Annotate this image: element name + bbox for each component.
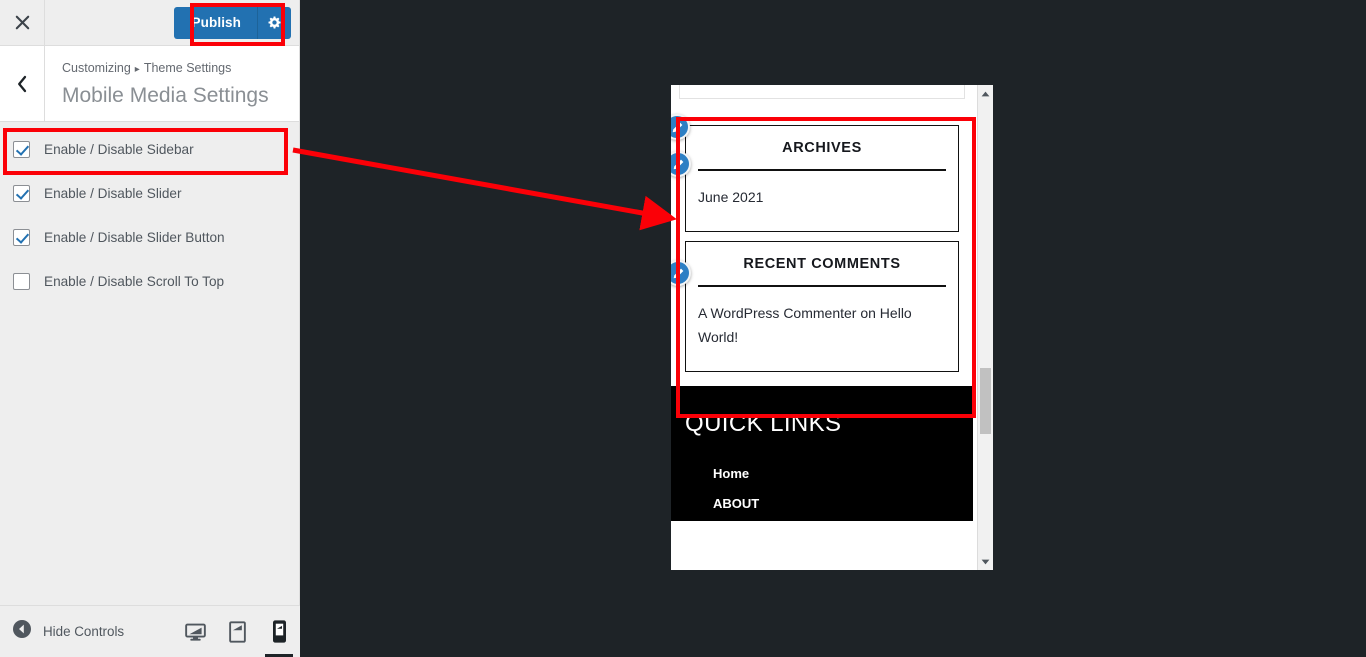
- site-footer-title: QUICK LINKS: [685, 410, 842, 437]
- checkbox-enable-disable-slider[interactable]: Enable / Disable Slider: [0, 184, 299, 228]
- section-header-text: Customizing ▸ Theme Settings Mobile Media …: [45, 46, 299, 121]
- customizer-screen: Publish Customizing ▸ Theme Settings Mob…: [0, 0, 1366, 657]
- breadcrumb: Customizing ▸ Theme Settings: [62, 60, 299, 78]
- preview-area: ARCHIVES June 2021 RECENT COMMENTS A Wor…: [301, 0, 1366, 657]
- scroll-down-arrow-icon[interactable]: [978, 553, 993, 570]
- preview-scrollbar[interactable]: [977, 85, 993, 570]
- widget-recent-comments-title: RECENT COMMENTS: [743, 256, 901, 272]
- publish-button-group[interactable]: Publish: [173, 6, 291, 39]
- site-footer-links: Home ABOUT: [685, 459, 959, 519]
- page-title: Mobile Media Settings: [62, 84, 269, 107]
- device-switcher: [174, 606, 300, 657]
- customizer-header: Publish: [0, 0, 299, 46]
- site-footer: QUICK LINKS Home ABOUT: [671, 114, 973, 521]
- checkbox-slider-label: Enable / Disable Slider: [44, 186, 182, 201]
- breadcrumb-root: Customizing: [62, 61, 131, 75]
- widget-recent-comments-item-0[interactable]: A WordPress Commenter on Hello World!: [698, 301, 946, 349]
- hide-controls-button[interactable]: Hide Controls: [0, 619, 174, 644]
- checkbox-enable-disable-slider-button[interactable]: Enable / Disable Slider Button: [0, 228, 299, 272]
- collapse-arrow-icon: [12, 619, 32, 644]
- breadcrumb-parent: Theme Settings: [143, 61, 232, 75]
- widget-archives: ARCHIVES June 2021: [671, 125, 959, 232]
- checkbox-enable-disable-sidebar[interactable]: Enable / Disable Sidebar: [0, 140, 299, 184]
- widget-archives-item-0[interactable]: June 2021: [698, 185, 946, 209]
- widget-archives-rule: [698, 169, 946, 171]
- mobile-icon[interactable]: [258, 606, 300, 657]
- checkbox-scroll-to-top-label: Enable / Disable Scroll To Top: [44, 274, 225, 289]
- scroll-up-arrow-icon[interactable]: [978, 85, 993, 102]
- pencil-edit-icon[interactable]: [671, 151, 691, 177]
- scrollbar-thumb[interactable]: [980, 368, 991, 434]
- mobile-preview-frame[interactable]: ARCHIVES June 2021 RECENT COMMENTS A Wor…: [671, 85, 993, 570]
- preview-spacer: [671, 372, 973, 386]
- preview-top-partial-widget: [679, 85, 965, 99]
- publish-button[interactable]: Publish: [173, 6, 257, 39]
- publish-area: Publish: [45, 0, 299, 45]
- sidebar-widgets: ARCHIVES June 2021 RECENT COMMENTS A Wor…: [671, 99, 973, 372]
- site-footer-link-home[interactable]: Home: [713, 459, 959, 489]
- chevron-left-icon[interactable]: [0, 46, 45, 121]
- previewed-site: ARCHIVES June 2021 RECENT COMMENTS A Wor…: [671, 85, 973, 521]
- section-header: Customizing ▸ Theme Settings Mobile Media …: [0, 46, 299, 122]
- breadcrumb-separator-icon: ▸: [134, 64, 140, 75]
- checkbox-slider-button-box[interactable]: [13, 229, 30, 246]
- widget-recent-comments: RECENT COMMENTS A WordPress Commenter on…: [671, 241, 959, 372]
- site-footer-link-about[interactable]: ABOUT: [713, 489, 959, 519]
- checkbox-scroll-to-top-box[interactable]: [13, 273, 30, 290]
- checkbox-sidebar-label: Enable / Disable Sidebar: [44, 142, 194, 157]
- checkbox-sidebar-box[interactable]: [13, 141, 30, 158]
- gear-icon[interactable]: [257, 6, 291, 39]
- tablet-icon[interactable]: [216, 606, 258, 657]
- pencil-edit-icon[interactable]: [671, 260, 691, 286]
- close-icon[interactable]: [0, 0, 45, 45]
- controls-list: Enable / Disable Sidebar Enable / Disabl…: [0, 122, 299, 605]
- checkbox-slider-box[interactable]: [13, 185, 30, 202]
- checkbox-enable-disable-scroll-to-top[interactable]: Enable / Disable Scroll To Top: [0, 272, 299, 316]
- hide-controls-label: Hide Controls: [43, 624, 125, 639]
- desktop-icon[interactable]: [174, 606, 216, 657]
- customizer-footer: Hide Controls: [0, 605, 300, 657]
- widget-recent-comments-rule: [698, 285, 946, 287]
- widget-archives-title: ARCHIVES: [782, 140, 862, 156]
- checkbox-slider-button-label: Enable / Disable Slider Button: [44, 230, 225, 245]
- customizer-panel: Publish Customizing ▸ Theme Settings Mob…: [0, 0, 300, 657]
